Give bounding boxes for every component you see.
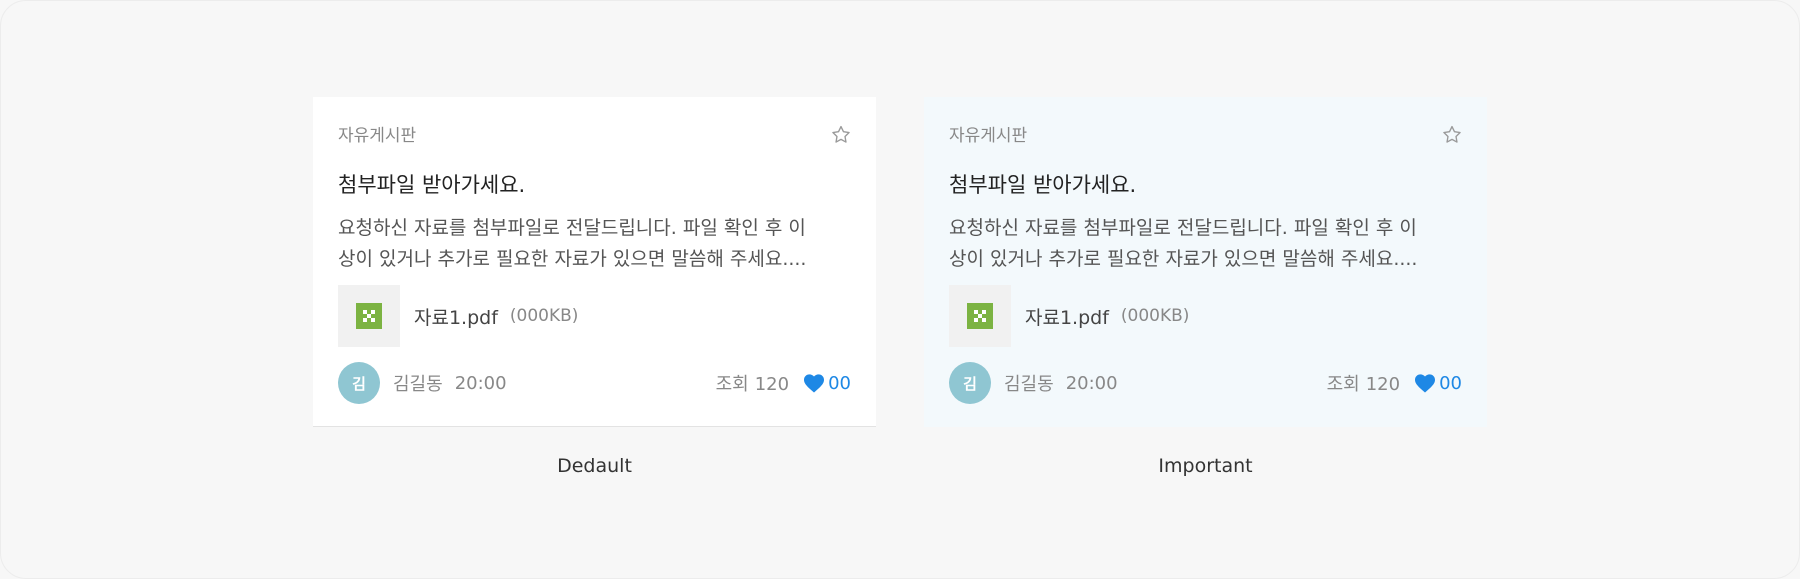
file-size: (000KB) — [509, 306, 579, 326]
file-name[interactable]: 자료1.pdf — [1025, 303, 1109, 330]
post-footer: 김 김길동 20:00 조회 120 00 — [338, 362, 851, 404]
canvas-frame — [0, 0, 1800, 579]
like-count: 00 — [828, 372, 851, 394]
view-count: 조회 120 — [716, 370, 789, 396]
post-card-default[interactable]: 자유게시판 첨부파일 받아가세요. 요청하신 자료를 첨부파일로 전달드립니다.… — [313, 97, 876, 427]
post-excerpt: 요청하신 자료를 첨부파일로 전달드립니다. 파일 확인 후 이 상이 있거나 … — [338, 213, 853, 275]
post-card-important[interactable]: 자유게시판 첨부파일 받아가세요. 요청하신 자료를 첨부파일로 전달드립니다.… — [924, 97, 1487, 427]
post-time: 20:00 — [1065, 372, 1118, 394]
author-name: 김길동 — [1004, 374, 1054, 395]
file-thumbnail — [949, 285, 1011, 347]
excerpt-line: 요청하신 자료를 첨부파일로 전달드립니다. 파일 확인 후 이 — [338, 217, 806, 239]
like-button[interactable]: 00 — [1414, 373, 1462, 394]
view-number: 120 — [754, 374, 790, 395]
heart-icon — [1415, 374, 1436, 393]
excel-file-icon — [967, 303, 993, 329]
post-footer: 김 김길동 20:00 조회 120 00 — [949, 362, 1462, 404]
excerpt-line: 요청하신 자료를 첨부파일로 전달드립니다. 파일 확인 후 이 — [949, 217, 1417, 239]
file-name[interactable]: 자료1.pdf — [414, 303, 498, 330]
avatar: 김 — [338, 362, 380, 404]
like-button[interactable]: 00 — [803, 373, 851, 394]
caption-important: Important — [1158, 455, 1253, 477]
view-label: 조회 — [1326, 374, 1360, 395]
file-size: (000KB) — [1120, 306, 1190, 326]
view-count: 조회 120 — [1327, 370, 1400, 396]
excerpt-line: 상이 있거나 추가로 필요한 자료가 있으면 말씀해 주세요.... — [949, 248, 1418, 270]
post-excerpt: 요청하신 자료를 첨부파일로 전달드립니다. 파일 확인 후 이 상이 있거나 … — [949, 213, 1464, 275]
excel-file-icon — [356, 303, 382, 329]
post-title[interactable]: 첨부파일 받아가세요. — [949, 169, 1136, 199]
post-title[interactable]: 첨부파일 받아가세요. — [338, 169, 525, 199]
board-name: 자유게시판 — [949, 126, 1028, 146]
view-number: 120 — [1365, 374, 1401, 395]
file-thumbnail — [338, 285, 400, 347]
post-time: 20:00 — [454, 372, 507, 394]
star-icon[interactable] — [1441, 124, 1463, 146]
author-name: 김길동 — [393, 374, 443, 395]
attachment[interactable]: 자료1.pdf (000KB) — [949, 285, 1189, 347]
view-label: 조회 — [715, 374, 749, 395]
star-icon[interactable] — [830, 124, 852, 146]
board-name: 자유게시판 — [338, 126, 417, 146]
avatar: 김 — [949, 362, 991, 404]
attachment[interactable]: 자료1.pdf (000KB) — [338, 285, 578, 347]
excerpt-line: 상이 있거나 추가로 필요한 자료가 있으면 말씀해 주세요.... — [338, 248, 807, 270]
heart-icon — [804, 374, 825, 393]
caption-default: Dedault — [557, 455, 632, 477]
like-count: 00 — [1439, 372, 1462, 394]
